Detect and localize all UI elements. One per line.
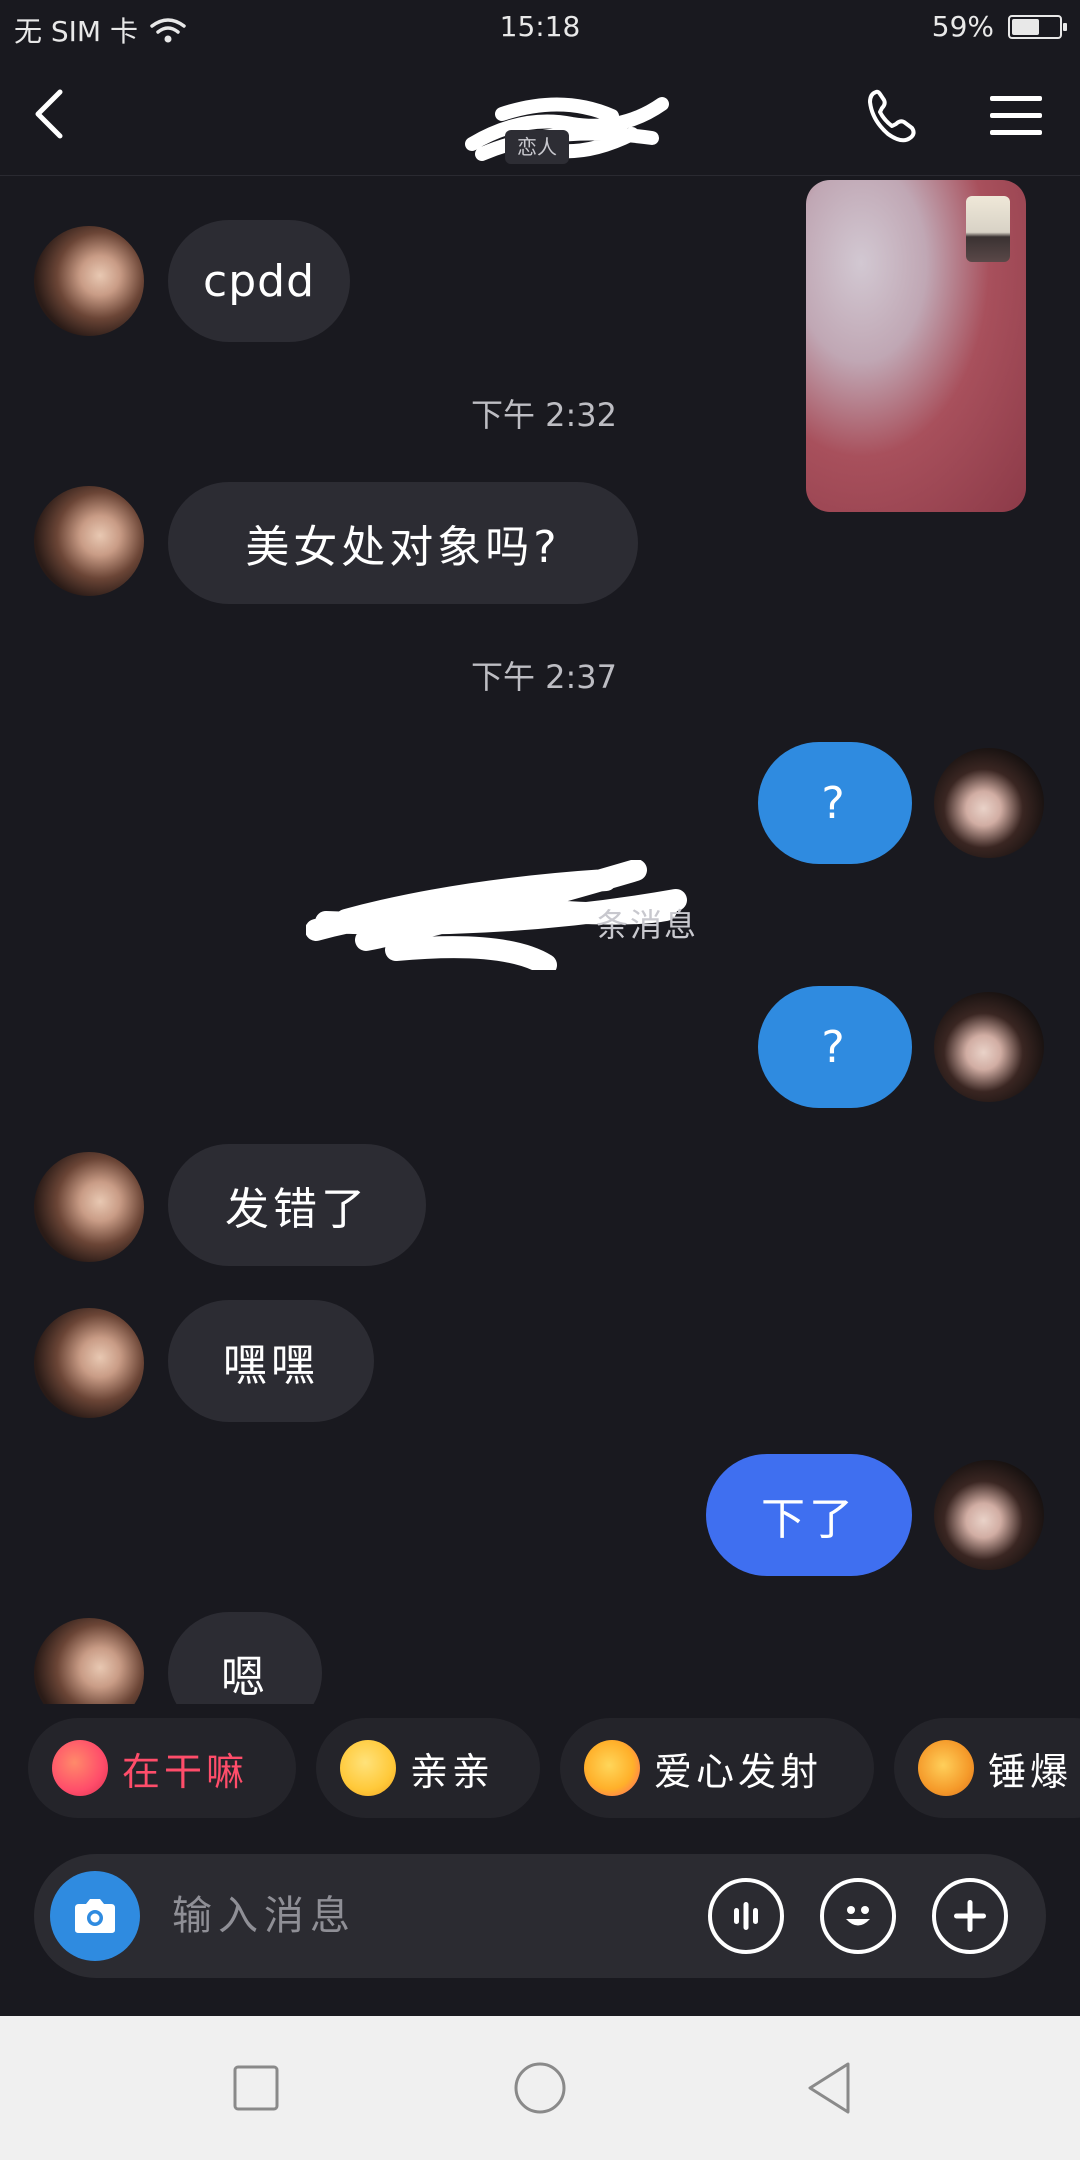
- quick-reply-chuibao[interactable]: 锤爆: [894, 1718, 1080, 1818]
- quick-reply-label: 亲亲: [410, 1749, 495, 1794]
- message-bubble[interactable]: ?: [758, 742, 912, 864]
- quick-reply-label: 爱心发射: [654, 1749, 823, 1794]
- quick-reply-zaiganma[interactable]: 在干嘛: [28, 1718, 296, 1818]
- camera-button[interactable]: [50, 1871, 140, 1961]
- notice-text: 条消息: [596, 906, 699, 944]
- back-triangle-icon[interactable]: [800, 2058, 860, 2118]
- avatar[interactable]: [934, 748, 1044, 858]
- avatar[interactable]: [34, 226, 144, 336]
- message-row: 嗯: [0, 1612, 1080, 1704]
- message-input-bar: [34, 1854, 1046, 1978]
- message-bubble[interactable]: 嗯: [168, 1612, 322, 1704]
- heart-eyes-emoji-icon: [584, 1740, 640, 1796]
- avatar[interactable]: [34, 486, 144, 596]
- system-notice: 条消息: [0, 860, 1080, 970]
- recents-square-icon[interactable]: [226, 2058, 286, 2118]
- video-call-preview[interactable]: [806, 180, 1026, 512]
- message-bubble[interactable]: 嘿嘿: [168, 1300, 374, 1422]
- battery-icon: [1008, 14, 1067, 39]
- hammer-emoji-icon: [918, 1740, 974, 1796]
- status-bar: 无 SIM 卡 15:18 59%: [0, 0, 1080, 54]
- message-bubble[interactable]: ?: [758, 986, 912, 1108]
- smiley-icon: [846, 1906, 870, 1926]
- message-bubble[interactable]: cpdd: [168, 220, 350, 342]
- back-icon[interactable]: [24, 84, 84, 144]
- emoji-button[interactable]: [820, 1878, 896, 1954]
- chat-header: 恋人: [0, 54, 1080, 176]
- gift-bag-emoji-icon: [52, 1740, 108, 1796]
- system-nav-bar: [0, 2016, 1080, 2160]
- quick-reply-label: 在干嘛: [122, 1749, 249, 1794]
- quick-reply-qinqin[interactable]: 亲亲: [316, 1718, 540, 1818]
- quick-reply-aixinfashe[interactable]: 爱心发射: [560, 1718, 874, 1818]
- message-bubble[interactable]: 美女处对象吗?: [168, 482, 638, 604]
- quick-reply-bar: 在干嘛 亲亲 爱心发射 锤爆: [0, 1718, 1080, 1820]
- message-bubble[interactable]: 下了: [706, 1454, 912, 1576]
- home-circle-icon[interactable]: [510, 2058, 570, 2118]
- relation-tag: 恋人: [505, 130, 569, 164]
- battery-percent: 59%: [931, 10, 994, 43]
- message-input[interactable]: [172, 1884, 652, 1948]
- avatar[interactable]: [934, 992, 1044, 1102]
- avatar[interactable]: [34, 1308, 144, 1418]
- quick-reply-label: 锤爆: [988, 1749, 1073, 1794]
- voice-button[interactable]: [708, 1878, 784, 1954]
- clock: 15:18: [499, 10, 581, 43]
- avatar[interactable]: [34, 1152, 144, 1262]
- avatar[interactable]: [34, 1618, 144, 1704]
- menu-icon[interactable]: [988, 90, 1044, 142]
- voice-wave-icon: [734, 1902, 758, 1930]
- battery-fill: [1012, 18, 1039, 35]
- self-camera-thumbnail[interactable]: [966, 196, 1010, 262]
- message-bubble[interactable]: 发错了: [168, 1144, 426, 1266]
- camera-icon: [75, 1899, 115, 1933]
- phone-call-icon[interactable]: [862, 86, 922, 146]
- timestamp: 下午 2:32: [470, 396, 618, 434]
- avatar[interactable]: [934, 1460, 1044, 1570]
- add-button[interactable]: [932, 1878, 1008, 1954]
- hug-emoji-icon: [340, 1740, 396, 1796]
- plus-icon: [954, 1900, 986, 1932]
- timestamp: 下午 2:37: [470, 658, 618, 696]
- status-right: 59%: [931, 10, 1067, 43]
